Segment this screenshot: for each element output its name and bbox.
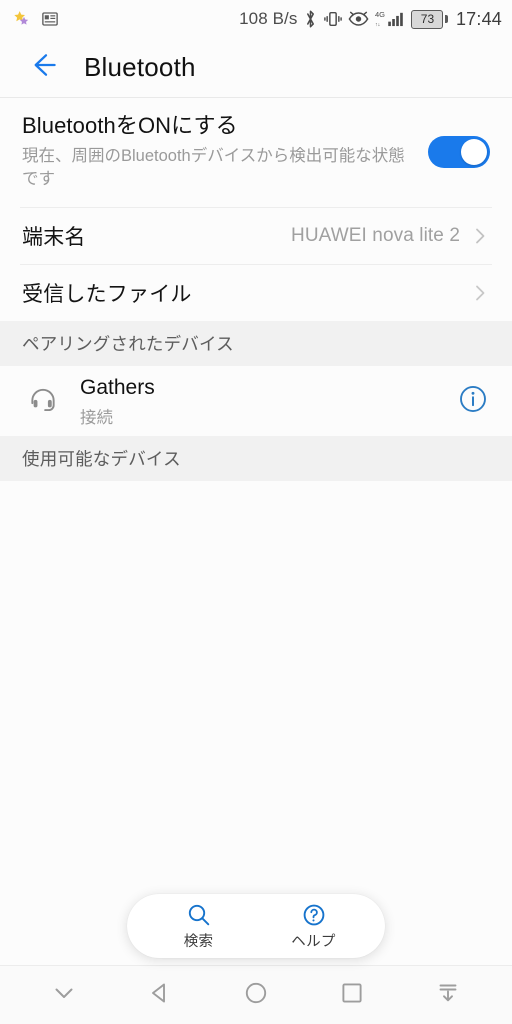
bluetooth-switch[interactable] xyxy=(428,135,490,168)
section-header-available-devices: 使用可能なデバイス xyxy=(0,436,512,482)
back-button[interactable] xyxy=(22,48,62,88)
chevron-right-icon xyxy=(470,226,490,246)
collapse-down-icon xyxy=(435,980,461,1011)
news-feed-icon xyxy=(41,10,59,28)
nav-hide-button[interactable] xyxy=(35,972,93,1018)
device-name-value: HUAWEI nova lite 2 xyxy=(291,225,460,247)
chevron-down-icon xyxy=(51,980,77,1011)
battery-icon: 73 xyxy=(411,9,448,29)
nav-home-button[interactable] xyxy=(227,972,285,1018)
back-triangle-icon xyxy=(147,980,173,1011)
app-bar: Bluetooth xyxy=(0,38,512,98)
recents-square-icon xyxy=(339,980,365,1011)
nav-one-hand-button[interactable] xyxy=(419,972,477,1018)
svg-text:↑↓: ↑↓ xyxy=(375,22,380,28)
paired-device-name: Gathers xyxy=(80,375,155,399)
svg-text:4G: 4G xyxy=(375,10,385,19)
received-files-label: 受信したファイル xyxy=(22,283,192,307)
section-header-paired-devices: ペアリングされたデバイス xyxy=(0,321,512,367)
system-navigation-bar xyxy=(0,965,512,1024)
headphones-icon xyxy=(20,385,66,417)
status-bar: 108 B/s 4G ↑↓ 73 17:44 xyxy=(0,0,512,38)
battery-level-label: 73 xyxy=(420,12,435,26)
help-button[interactable]: ヘルプ xyxy=(265,902,363,951)
device-name-label: 端末名 xyxy=(22,226,86,250)
bluetooth-toggle-row[interactable]: BluetoothをONにする 現在、周囲のBluetoothデバイスから検出可… xyxy=(0,98,512,208)
device-info-button[interactable] xyxy=(456,384,490,418)
bluetooth-icon xyxy=(303,9,318,29)
help-icon xyxy=(301,902,327,928)
nav-back-button[interactable] xyxy=(131,972,189,1018)
status-bar-left xyxy=(12,9,59,29)
device-name-row[interactable]: 端末名 HUAWEI nova lite 2 xyxy=(0,208,512,265)
star-icon xyxy=(12,9,32,29)
section-header-label: ペアリングされたデバイス xyxy=(22,334,234,355)
status-bar-right: 108 B/s 4G ↑↓ 73 17:44 xyxy=(239,9,502,30)
search-icon xyxy=(186,902,212,928)
status-bar-clock: 17:44 xyxy=(455,8,502,29)
network-speed-label: 108 B/s xyxy=(239,9,298,28)
search-button-label: 検索 xyxy=(183,933,214,950)
bluetooth-toggle-subtitle: 現在、周囲のBluetoothデバイスから検出可能な状態です xyxy=(22,146,405,188)
search-button[interactable]: 検索 xyxy=(150,902,248,951)
eye-comfort-icon xyxy=(348,10,369,28)
settings-content: BluetoothをONにする 現在、周囲のBluetoothデバイスから検出可… xyxy=(0,98,512,965)
phone-screen: 108 B/s 4G ↑↓ 73 17:44 Bluetooth Bluetoo… xyxy=(0,0,512,1024)
chevron-right-icon xyxy=(470,283,490,303)
floating-action-bar: 検索 ヘルプ xyxy=(127,894,385,958)
signal-4g-icon: 4G ↑↓ xyxy=(375,9,405,29)
nav-recents-button[interactable] xyxy=(323,972,381,1018)
paired-device-row[interactable]: Gathers 接続 xyxy=(0,366,512,437)
back-arrow-icon xyxy=(26,49,58,86)
page-title: Bluetooth xyxy=(84,52,196,82)
paired-device-texts: Gathers 接続 xyxy=(80,375,456,428)
received-files-row[interactable]: 受信したファイル xyxy=(0,265,512,322)
help-button-label: ヘルプ xyxy=(291,933,336,950)
info-icon xyxy=(458,384,488,419)
switch-knob xyxy=(461,138,487,165)
home-circle-icon xyxy=(243,980,269,1011)
section-header-label: 使用可能なデバイス xyxy=(22,449,181,470)
paired-device-state: 接続 xyxy=(80,408,113,427)
bluetooth-toggle-title: BluetoothをONにする xyxy=(22,113,238,138)
vibrate-icon xyxy=(324,9,343,29)
